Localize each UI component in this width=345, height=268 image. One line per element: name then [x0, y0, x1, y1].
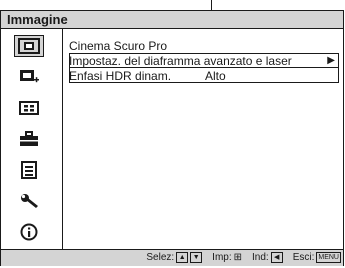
menu-item-enfasi-hdr[interactable]: Enfasi HDR dinam. — [69, 69, 171, 83]
menu-footer: Selez: ▲ ▼ Imp: ⊞ Ind: ◀ Esci: MENU — [1, 249, 343, 266]
info-icon[interactable] — [14, 221, 44, 243]
toolbox-icon[interactable] — [14, 128, 44, 150]
wrench-icon[interactable] — [14, 190, 44, 212]
menu-item-diaframma-laser-text: Impostaz. del diaframma avanzato e laser — [69, 54, 292, 68]
imp-hint-label: Imp: — [212, 252, 232, 263]
select-hint-label: Selez: — [146, 252, 175, 263]
enter-key-icon: ⊞ — [233, 252, 243, 263]
down-key-icon: ▼ — [190, 252, 203, 263]
picture-plus-icon[interactable] — [14, 66, 44, 88]
menu-item-label: Cinema Scuro Pro — [69, 39, 168, 53]
top-indicator-line — [211, 0, 212, 10]
menu-key-icon: MENU — [316, 252, 341, 263]
footer-hints: Selez: ▲ ▼ Imp: ⊞ Ind: ◀ Esci: MENU — [146, 252, 341, 263]
up-key-icon: ▲ — [176, 252, 189, 263]
picture-icon[interactable] — [14, 35, 44, 57]
submenu-arrow-icon: ▶ — [327, 55, 335, 66]
menu-content: Cinema Scuro Pro ▶ Impostaz. del diafram… — [63, 29, 343, 249]
hdr-value: Alto — [205, 69, 226, 83]
menu-item-label: Enfasi HDR dinam. — [69, 69, 172, 83]
picture-menu: Immagine Cinema Scuro Pro ▶ Impostaz. de… — [0, 10, 344, 266]
screen-icon[interactable] — [14, 97, 44, 119]
ind-hint-label: Ind: — [252, 252, 269, 263]
menu-title-bar: Immagine — [1, 11, 343, 29]
exit-hint-label: Esci: — [292, 252, 315, 263]
menu-item-cinema-scuro-pro[interactable]: Cinema Scuro Pro — [69, 39, 167, 53]
menu-item-label: Impostaz. del diaframma avanzato e laser — [69, 54, 292, 68]
list-icon[interactable] — [14, 159, 44, 181]
left-key-icon: ◀ — [270, 252, 283, 263]
menu-title: Immagine — [7, 12, 68, 27]
menu-sidebar — [1, 29, 63, 249]
